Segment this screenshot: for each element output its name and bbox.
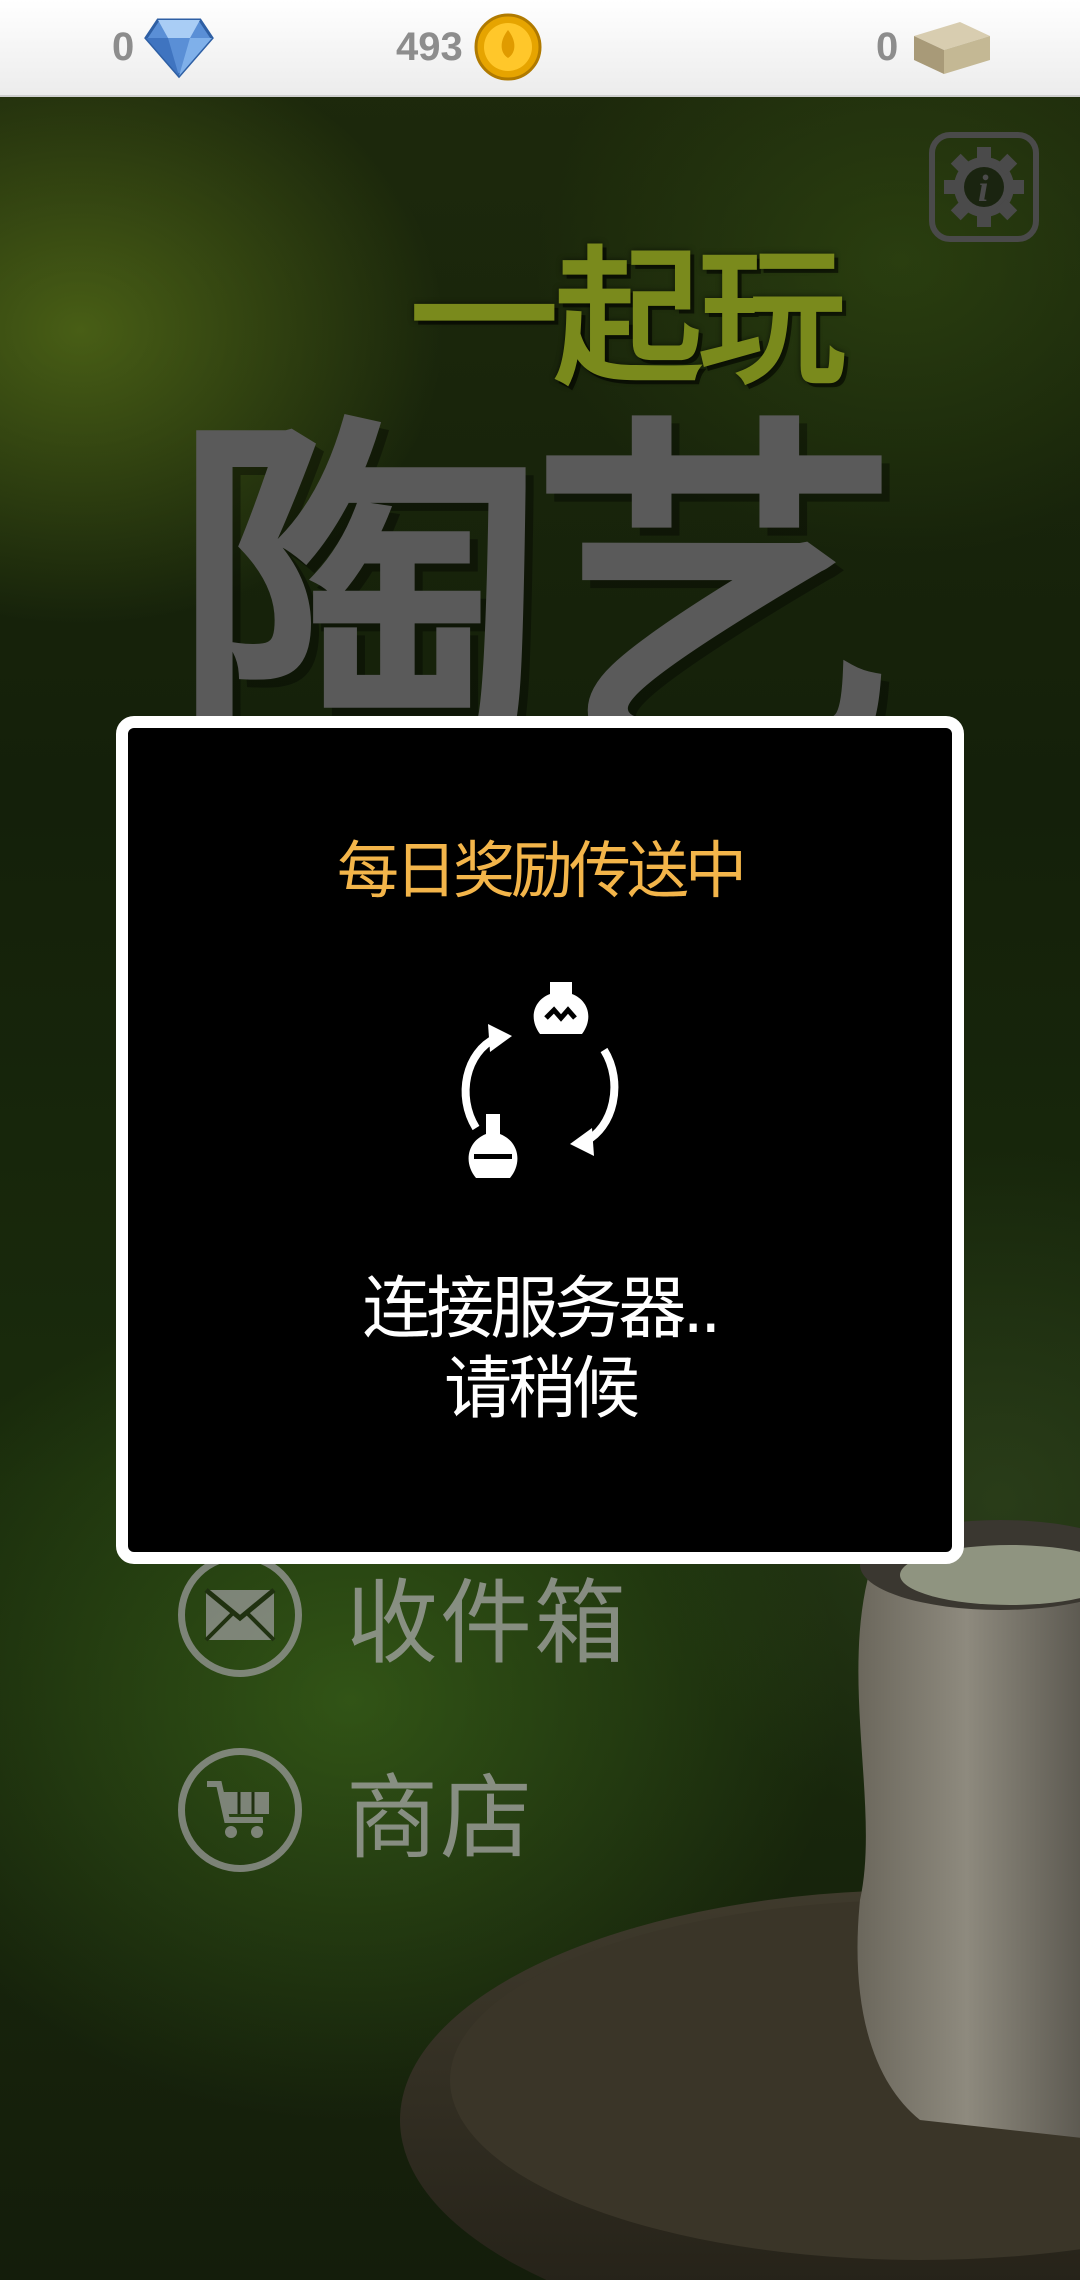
clay-count: 0	[876, 24, 899, 69]
dialog-title: 每日奖励传送中	[336, 834, 747, 907]
pottery-wheel-image	[400, 1520, 1080, 2280]
daily-reward-dialog: 每日奖励传送中 连接服务器.. 请稍候	[116, 716, 964, 1564]
settings-gear-icon[interactable]: i	[928, 131, 1040, 243]
cart-icon	[178, 1748, 302, 1872]
gems-counter[interactable]: 0	[112, 14, 215, 80]
gems-count: 0	[112, 24, 135, 69]
envelope-icon	[178, 1553, 302, 1677]
svg-text:i: i	[978, 168, 989, 210]
coins-count: 493	[396, 24, 463, 69]
clay-counter[interactable]: 0	[876, 14, 994, 80]
coin-icon	[474, 13, 542, 81]
clay-block-icon	[914, 22, 991, 74]
resource-bar: 0 493 0	[0, 0, 1080, 97]
diamond-icon	[144, 18, 215, 79]
sync-vase-icon	[461, 982, 619, 1178]
game-screen: 0 493 0 i 一起玩 陶艺 收件箱 商店 每日奖励传送中 连接服务器.. …	[0, 0, 1080, 2280]
game-subtitle: 一起玩	[410, 233, 846, 405]
coins-counter[interactable]: 493	[396, 13, 543, 81]
dialog-message-line2: 请稍候	[443, 1350, 640, 1429]
dialog-message-line1: 连接服务器..	[362, 1270, 721, 1349]
